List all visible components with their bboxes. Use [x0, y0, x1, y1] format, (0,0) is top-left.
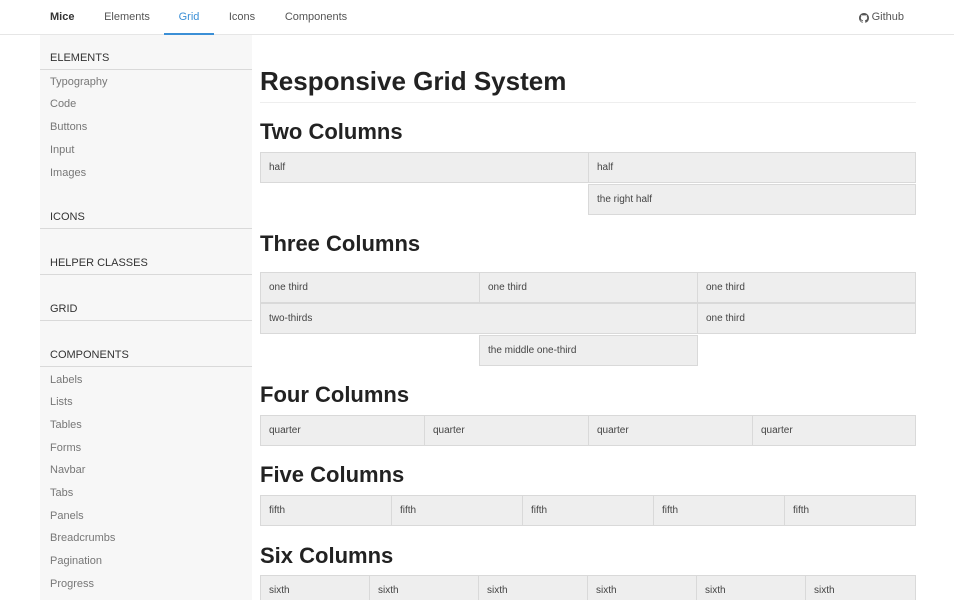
grid-cell: sixth — [369, 575, 479, 600]
github-label: Github — [871, 11, 904, 23]
nav-item-icons[interactable]: Icons — [221, 0, 263, 35]
github-link[interactable]: Github — [858, 0, 904, 35]
page-title: Responsive Grid System — [260, 66, 567, 96]
sidebar-item-pagination[interactable]: Pagination — [50, 553, 102, 569]
grid-cell: fifth — [653, 495, 785, 526]
sidebar-item-panels[interactable]: Panels — [50, 508, 84, 524]
sidebar-heading-components[interactable]: COMPONENTS — [40, 343, 252, 367]
sidebar-item-images[interactable]: Images — [50, 165, 86, 181]
section-title-four-columns: Four Columns — [260, 382, 410, 407]
grid-cell: one third — [260, 272, 480, 303]
title-divider — [260, 102, 916, 103]
sidebar-item-typography[interactable]: Typography — [50, 74, 107, 90]
sidebar-item-code[interactable]: Code — [50, 96, 76, 112]
grid-cell: quarter — [260, 415, 425, 446]
grid-cell: sixth — [696, 575, 806, 600]
section-title-two-columns: Two Columns — [260, 119, 403, 144]
top-navbar: Mice Elements Grid Icons Components Gith… — [0, 0, 954, 35]
sidebar-item-navbar[interactable]: Navbar — [50, 462, 85, 478]
sidebar: ELEMENTS Typography Code Buttons Input I… — [40, 35, 252, 600]
sidebar-item-tabs[interactable]: Tabs — [50, 485, 73, 501]
section-title-three-columns: Three Columns — [260, 231, 421, 256]
grid-cell: the middle one-third — [479, 335, 698, 366]
sidebar-heading-helper-classes[interactable]: HELPER CLASSES — [40, 251, 252, 275]
sidebar-item-labels[interactable]: Labels — [50, 372, 82, 388]
sidebar-item-forms[interactable]: Forms — [50, 440, 81, 456]
grid-cell: sixth — [478, 575, 588, 600]
grid-cell: quarter — [588, 415, 753, 446]
grid-cell: sixth — [587, 575, 697, 600]
sidebar-heading-elements[interactable]: ELEMENTS — [40, 46, 252, 70]
sidebar-heading-grid[interactable]: GRID — [40, 297, 252, 321]
grid-cell: fifth — [784, 495, 916, 526]
section-title-six-columns: Six Columns — [260, 543, 394, 568]
grid-cell: half — [260, 152, 589, 183]
grid-cell: fifth — [260, 495, 392, 526]
sidebar-item-tables[interactable]: Tables — [50, 417, 82, 433]
grid-cell: one third — [697, 303, 916, 334]
grid-cell: fifth — [391, 495, 523, 526]
grid-cell: one third — [479, 272, 698, 303]
grid-cell: sixth — [805, 575, 916, 600]
section-title-five-columns: Five Columns — [260, 462, 405, 487]
grid-cell: quarter — [752, 415, 916, 446]
sidebar-item-breadcrumbs[interactable]: Breadcrumbs — [50, 530, 115, 546]
github-icon — [858, 12, 869, 23]
sidebar-item-progress[interactable]: Progress — [50, 576, 94, 592]
grid-cell: one third — [697, 272, 916, 303]
nav-item-grid[interactable]: Grid — [164, 0, 214, 35]
nav-item-components[interactable]: Components — [277, 0, 355, 35]
grid-cell: quarter — [424, 415, 589, 446]
grid-cell: half — [588, 152, 916, 183]
sidebar-heading-icons[interactable]: ICONS — [40, 205, 252, 229]
sidebar-item-buttons[interactable]: Buttons — [50, 119, 87, 135]
sidebar-item-input[interactable]: Input — [50, 142, 74, 158]
grid-cell: sixth — [260, 575, 370, 600]
grid-cell: the right half — [588, 184, 916, 215]
brand-link[interactable]: Mice — [50, 0, 74, 35]
grid-cell: two-thirds — [260, 303, 698, 334]
sidebar-item-lists[interactable]: Lists — [50, 394, 73, 410]
grid-cell: fifth — [522, 495, 654, 526]
nav-item-elements[interactable]: Elements — [95, 0, 159, 35]
